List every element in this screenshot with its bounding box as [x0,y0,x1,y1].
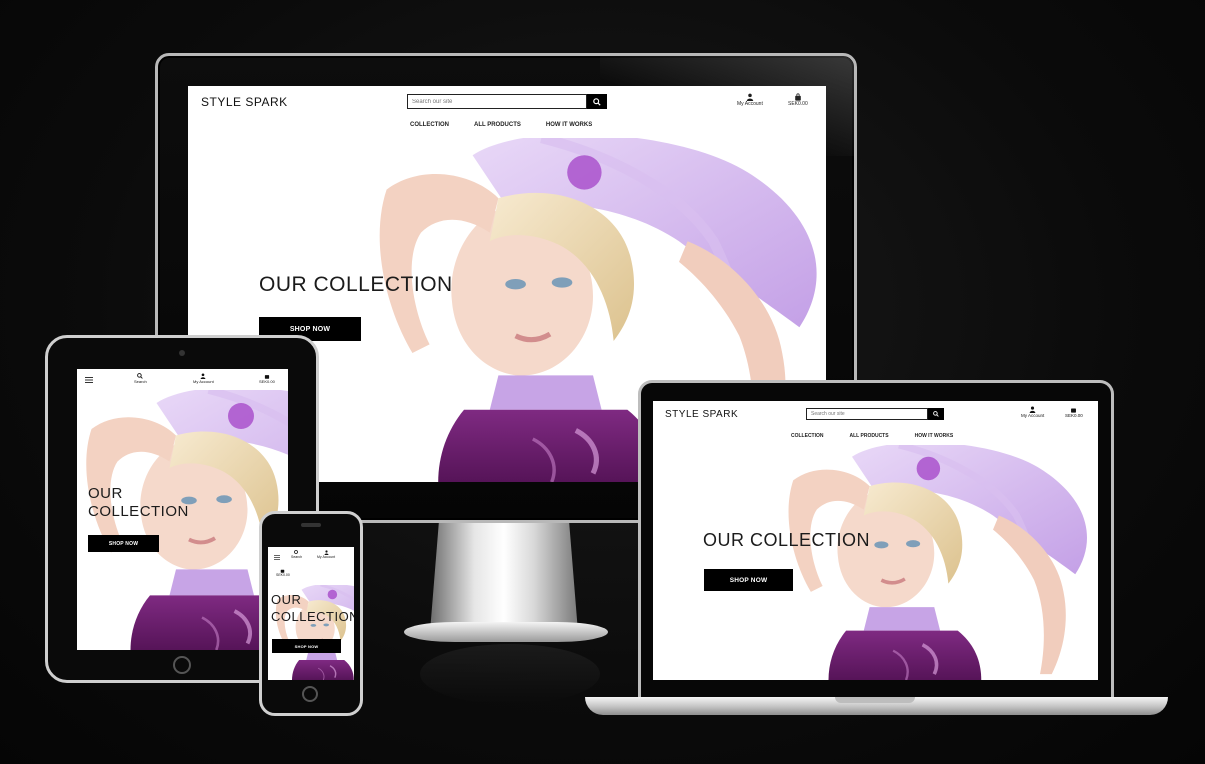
nav-how-it-works[interactable]: HOW IT WORKS [546,122,592,128]
search-icon [593,97,601,106]
brand-logo[interactable]: STYLE SPARK [201,95,288,109]
tablet-home-button [173,656,191,674]
phone-speaker [301,523,321,527]
cart-link[interactable]: SEK0.00 [259,373,275,384]
hero-title: OUR COLLECTION [88,485,189,521]
tablet-camera [179,350,185,356]
shop-now-button[interactable]: SHOP NOW [88,535,159,552]
cart-total: SEK0.00 [1065,413,1083,418]
account-link[interactable]: My Account [317,550,335,559]
search-button[interactable] [928,408,944,420]
hero-title-line-2: COLLECTION [88,503,189,520]
account-label: My Account [737,101,763,107]
account-link[interactable]: My Account [737,93,763,107]
hero-banner: OUR COLLECTION SHOP NOW [77,390,288,650]
account-label: My Account [1021,413,1045,418]
search-input[interactable] [806,408,928,420]
account-link[interactable]: My Account [1021,406,1044,418]
laptop-site: STYLE SPARK My Account SEK0.00 COLLECTIO… [653,401,1098,680]
search-input[interactable] [407,94,587,109]
cart-link[interactable]: SEK0.00 [276,568,290,577]
nav-collection[interactable]: COLLECTION [410,122,449,128]
account-link[interactable]: My Account [193,373,214,384]
phone-home-button [302,686,318,702]
search-link[interactable]: Search [291,550,302,559]
nav-all-products[interactable]: ALL PRODUCTS [850,433,889,439]
cart-total: SEK0.00 [788,101,808,107]
hero-banner: OUR COLLECTION SHOP NOW [268,585,354,680]
hero-title-line-2: COLLECTION [271,609,354,624]
cart-total: SEK0.00 [259,379,275,384]
person-icon [1029,406,1036,413]
bag-icon [795,93,801,101]
nav-collection[interactable]: COLLECTION [791,433,824,439]
shop-now-button[interactable]: SHOP NOW [272,639,341,653]
cart-total: SEK0.00 [276,573,290,577]
search-icon [933,411,939,417]
search-label: Search [291,555,303,559]
cart-link[interactable]: SEK0.00 [1065,406,1083,418]
hero-title: OUR COLLECTION [271,591,354,625]
monitor-stand [430,522,578,632]
nav-all-products[interactable]: ALL PRODUCTS [474,122,521,128]
brand-logo[interactable]: STYLE SPARK [665,409,738,420]
tablet-site: Search My Account SEK0.00 OUR COLLECTION… [77,369,288,650]
cart-link[interactable]: SEK0.00 [788,93,808,107]
hamburger-icon[interactable] [85,377,93,383]
search-button[interactable] [587,94,607,109]
search-label: Search [134,379,147,384]
main-nav: COLLECTION ALL PRODUCTS HOW IT WORKS [791,433,953,439]
person-icon [746,93,754,101]
phone-site: Search My Account SEK0.00 OUR COLLECTION… [268,547,354,680]
hero-title: OUR COLLECTION [703,530,871,550]
hero-title-line-1: OUR [88,485,123,502]
laptop-notch [835,697,915,703]
hamburger-icon[interactable] [274,555,280,560]
search-bar [806,408,944,420]
floor-reflection [420,644,600,704]
main-nav: COLLECTION ALL PRODUCTS HOW IT WORKS [410,122,592,128]
monitor-stand-base [404,622,608,642]
hero-banner: OUR COLLECTION SHOP NOW [653,445,1098,680]
hero-image [653,445,1098,680]
search-link[interactable]: Search [134,373,147,384]
account-label: My Account [317,555,336,559]
account-label: My Account [193,379,214,384]
hero-title: OUR COLLECTION [259,273,453,296]
hero-title-line-1: OUR [271,592,302,607]
search-bar [407,94,607,109]
shop-now-button[interactable]: SHOP NOW [704,569,793,591]
nav-how-it-works[interactable]: HOW IT WORKS [915,433,954,439]
bag-icon [1071,408,1077,413]
